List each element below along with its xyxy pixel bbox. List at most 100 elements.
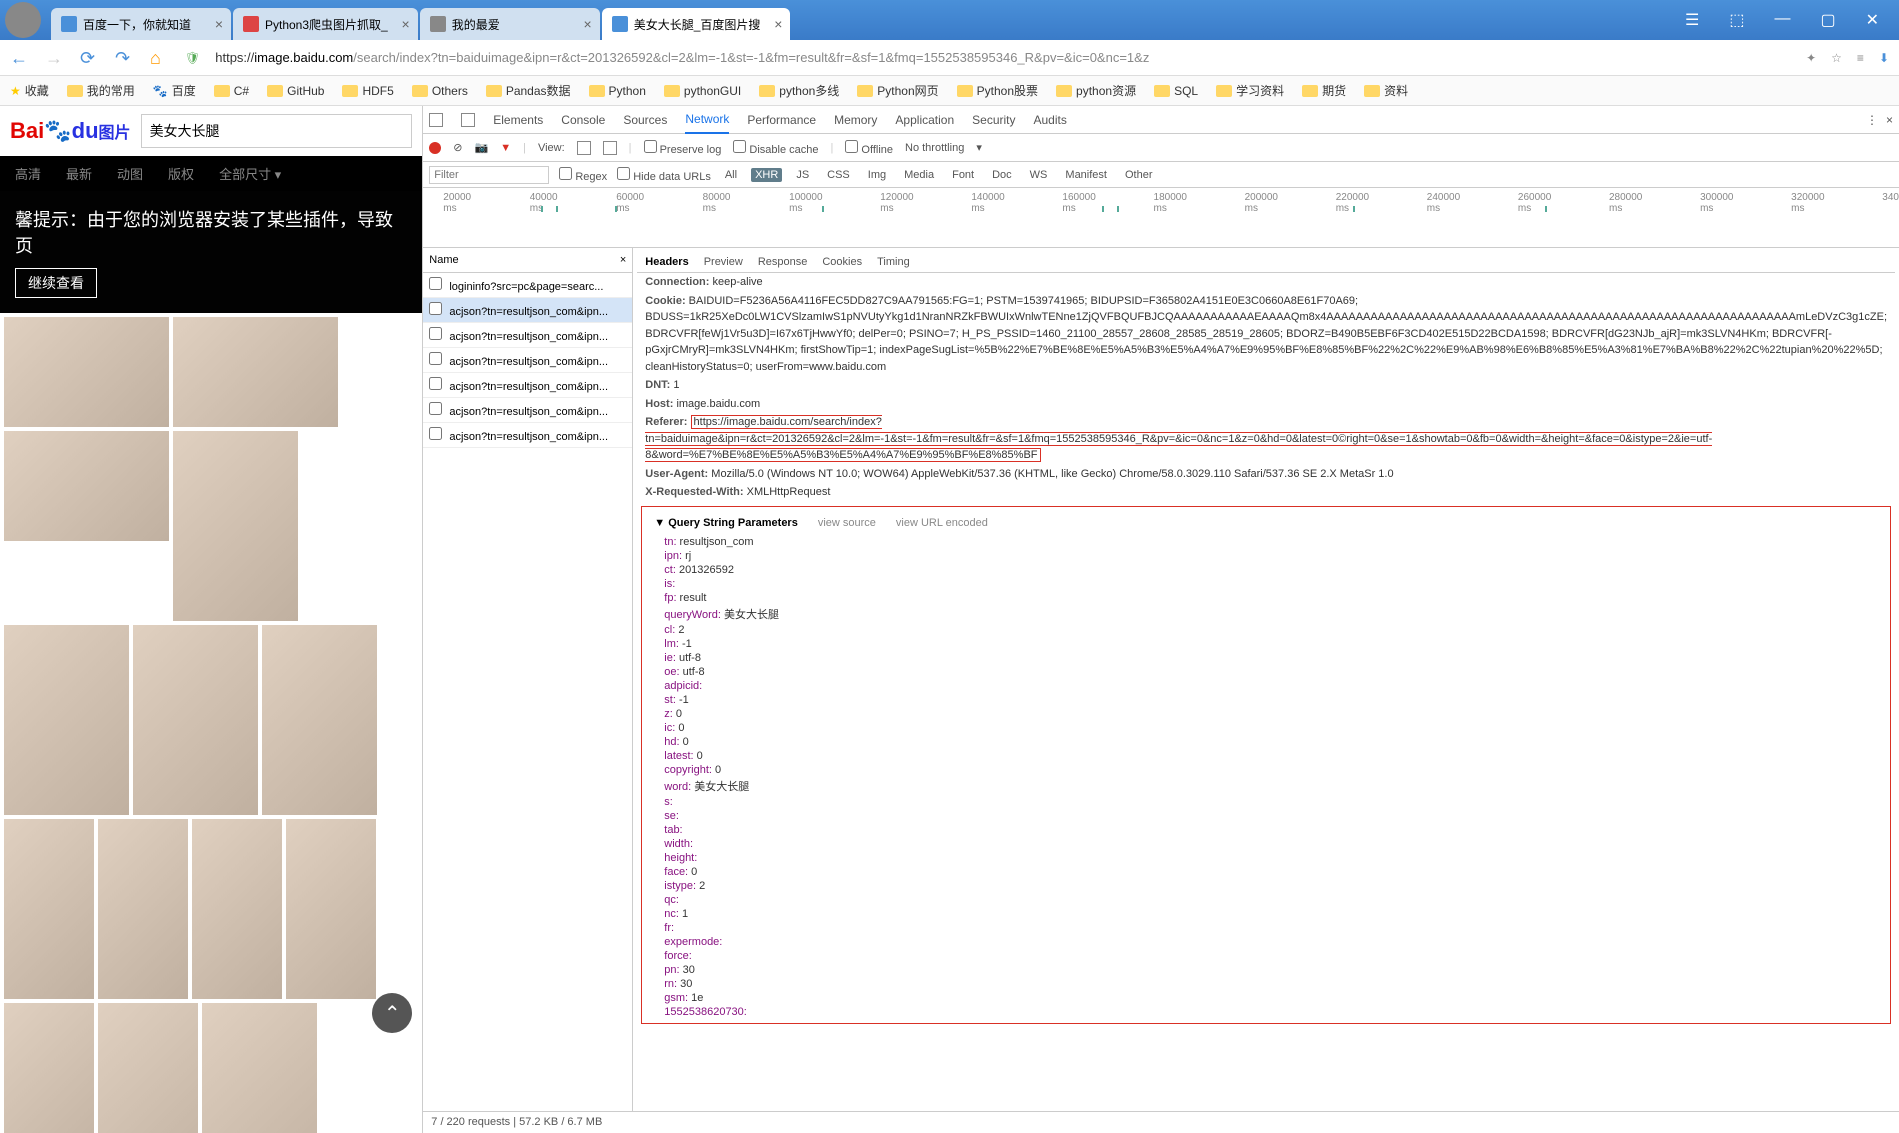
offline-checkbox[interactable]: Offline [845, 140, 893, 156]
tab-console[interactable]: Console [561, 113, 605, 127]
close-icon[interactable]: × [402, 16, 410, 32]
fav-python-web[interactable]: Python网页 [857, 82, 938, 99]
fav-star[interactable]: ★收藏 [10, 82, 49, 99]
fav-baidu[interactable]: 🐾百度 [153, 82, 196, 99]
tab-application[interactable]: Application [895, 113, 954, 127]
thumbnail[interactable] [173, 431, 298, 621]
device-icon[interactable] [461, 113, 475, 127]
tab-favorites[interactable]: 我的最爱× [420, 8, 600, 40]
thumbnail[interactable] [173, 317, 338, 427]
url-input[interactable]: https://image.baidu.com/search/index?tn=… [215, 50, 1791, 65]
request-item[interactable]: acjson?tn=resultjson_com&ipn... [423, 398, 632, 423]
filter-xhr[interactable]: XHR [751, 168, 782, 182]
thumbnail[interactable] [286, 819, 376, 999]
request-item[interactable]: acjson?tn=resultjson_com&ipn... [423, 298, 632, 323]
thumbnail[interactable] [192, 819, 282, 999]
download-icon[interactable]: ⬇ [1879, 51, 1889, 65]
tab-network[interactable]: Network [685, 112, 729, 134]
thumbnail[interactable] [4, 431, 169, 541]
filter-media[interactable]: Media [900, 168, 938, 182]
disable-cache-checkbox[interactable]: Disable cache [733, 140, 818, 156]
shield-icon[interactable]: 🛡 [185, 51, 200, 65]
view-source-link[interactable]: view source [818, 517, 876, 529]
clear-icon[interactable]: ⊘ [453, 141, 462, 154]
fav-data[interactable]: 资料 [1364, 82, 1408, 99]
menu-icon[interactable]: ≡ [1857, 51, 1864, 65]
inspect-icon[interactable] [429, 113, 443, 127]
filter-css[interactable]: CSS [823, 168, 854, 182]
fav-github[interactable]: GitHub [267, 84, 324, 98]
close-icon[interactable]: × [620, 254, 626, 266]
scroll-up-button[interactable]: ⌃ [372, 993, 412, 1033]
fav-python-res[interactable]: python资源 [1056, 82, 1136, 99]
filter-size[interactable]: 全部尺寸 ▾ [219, 164, 281, 183]
close-icon[interactable]: × [774, 16, 782, 32]
tab-image-search[interactable]: 美女大长腿_百度图片搜× [602, 8, 791, 40]
fav-study[interactable]: 学习资料 [1216, 82, 1284, 99]
star-icon[interactable]: ☆ [1831, 51, 1842, 65]
minimize-button[interactable]: — [1774, 10, 1790, 30]
maximize-button[interactable]: ▢ [1820, 10, 1835, 30]
more-icon[interactable]: ⋮ [1866, 113, 1878, 127]
filter-ws[interactable]: WS [1026, 168, 1052, 182]
fav-python[interactable]: Python [589, 84, 646, 98]
thumbnail[interactable] [4, 317, 169, 427]
thumbnail[interactable] [262, 625, 377, 815]
tab-cookies[interactable]: Cookies [822, 256, 862, 268]
dropdown-icon[interactable]: ▾ [976, 141, 982, 154]
forward-button[interactable]: → [45, 48, 65, 68]
thumbnail[interactable] [4, 819, 94, 999]
tab-sources[interactable]: Sources [623, 113, 667, 127]
throttling-select[interactable]: No throttling [905, 142, 964, 154]
tab-response[interactable]: Response [758, 256, 808, 268]
filter-hd[interactable]: 高清 [15, 164, 41, 183]
back-button[interactable]: ← [10, 48, 30, 68]
filter-font[interactable]: Font [948, 168, 978, 182]
tab-performance[interactable]: Performance [747, 113, 816, 127]
view-list-icon[interactable] [577, 141, 591, 155]
close-icon[interactable]: × [1886, 113, 1893, 127]
view-url-encoded-link[interactable]: view URL encoded [896, 517, 988, 529]
fav-common[interactable]: 我的常用 [67, 82, 135, 99]
tab-elements[interactable]: Elements [493, 113, 543, 127]
filter-latest[interactable]: 最新 [66, 164, 92, 183]
thumbnail[interactable] [202, 1003, 317, 1133]
request-item[interactable]: logininfo?src=pc&page=searc... [423, 273, 632, 298]
filter-doc[interactable]: Doc [988, 168, 1016, 182]
timeline[interactable]: 20000 ms40000 ms60000 ms80000 ms100000 m… [423, 188, 1899, 248]
filter-gif[interactable]: 动图 [117, 164, 143, 183]
tab-timing[interactable]: Timing [877, 256, 910, 268]
fav-pythongui[interactable]: pythonGUI [664, 84, 741, 98]
baidu-logo[interactable]: Bai🐾du图片 [10, 118, 131, 144]
record-button[interactable] [429, 142, 441, 154]
filter-img[interactable]: Img [864, 168, 890, 182]
tab-baidu-home[interactable]: 百度一下，你就知道× [51, 8, 231, 40]
capture-icon[interactable]: 📷 [474, 141, 488, 154]
fav-csharp[interactable]: C# [214, 84, 249, 98]
regex-checkbox[interactable]: Regex [559, 167, 607, 183]
menu-icon[interactable]: ☰ [1685, 10, 1699, 30]
view-frame-icon[interactable] [603, 141, 617, 155]
search-input[interactable] [141, 114, 413, 148]
home-button[interactable]: ⌂ [150, 48, 170, 68]
preserve-log-checkbox[interactable]: Preserve log [644, 140, 722, 156]
filter-icon[interactable]: ▼ [500, 142, 511, 154]
fav-futures[interactable]: 期货 [1302, 82, 1346, 99]
fav-pandas[interactable]: Pandas数据 [486, 82, 571, 99]
restore-button[interactable]: ↷ [115, 48, 135, 68]
thumbnail[interactable] [133, 625, 258, 815]
thumbnail[interactable] [4, 1003, 94, 1133]
request-item[interactable]: acjson?tn=resultjson_com&ipn... [423, 373, 632, 398]
thumbnail[interactable] [4, 625, 129, 815]
filter-manifest[interactable]: Manifest [1061, 168, 1111, 182]
fav-python-stock[interactable]: Python股票 [957, 82, 1038, 99]
hide-urls-checkbox[interactable]: Hide data URLs [617, 167, 711, 183]
fav-others[interactable]: Others [412, 84, 468, 98]
tab-security[interactable]: Security [972, 113, 1015, 127]
fav-python-multi[interactable]: python多线 [759, 82, 839, 99]
tab-headers[interactable]: Headers [645, 256, 688, 268]
request-item[interactable]: acjson?tn=resultjson_com&ipn... [423, 348, 632, 373]
reload-button[interactable]: ⟳ [80, 48, 100, 68]
continue-button[interactable]: 继续查看 [15, 268, 97, 298]
filter-input[interactable] [429, 166, 549, 184]
